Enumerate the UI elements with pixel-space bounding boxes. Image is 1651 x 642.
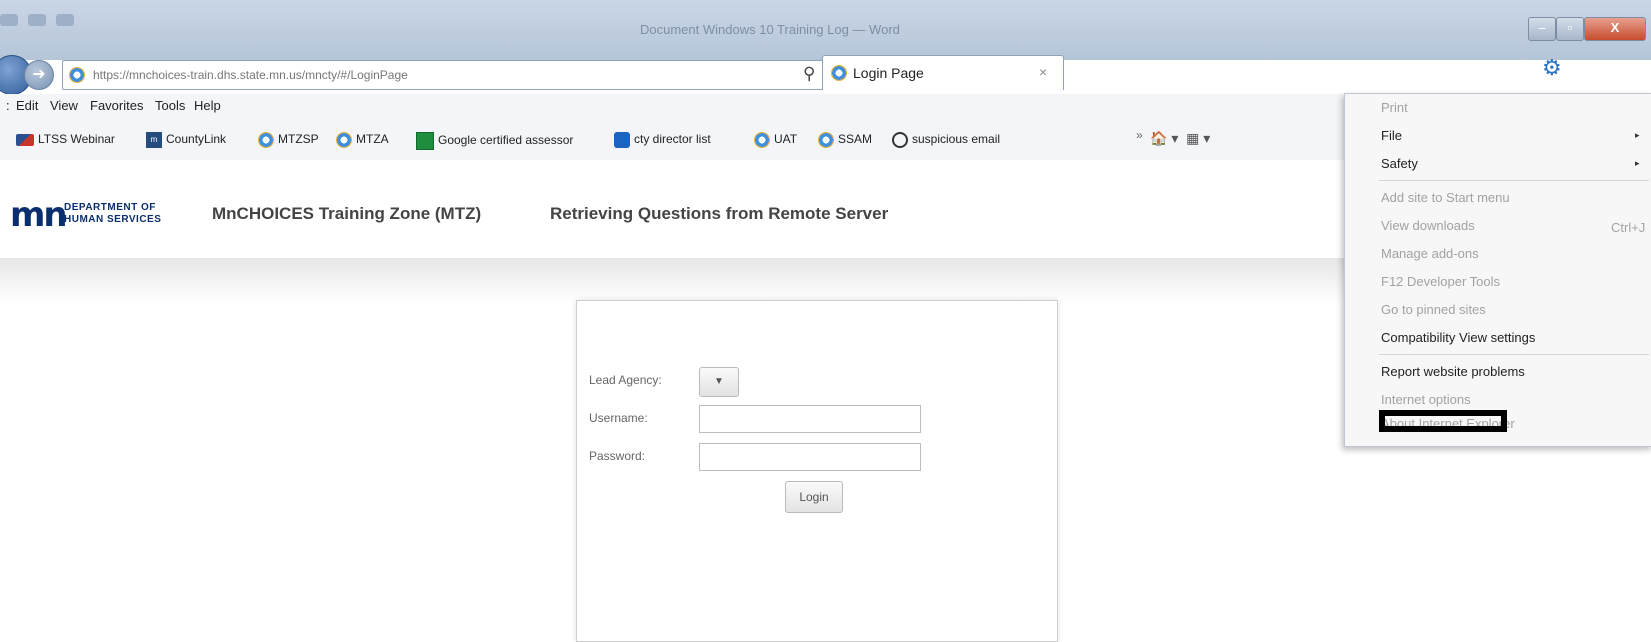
submenu-arrow-icon: ▸	[1635, 130, 1640, 140]
favorite-countylink[interactable]: m CountyLink	[146, 132, 226, 148]
tab-title: Login Page	[853, 65, 924, 81]
favorite-suspicious-email[interactable]: suspicious email	[892, 132, 1000, 148]
submenu-arrow-icon: ▸	[1635, 158, 1640, 168]
ie-favorite-icon	[754, 132, 770, 148]
command-bar-icons[interactable]: 🏠 ▾ ▦ ▾	[1150, 130, 1210, 147]
view-downloads-shortcut: Ctrl+J	[1611, 220, 1646, 235]
menu-manage-addons[interactable]: Manage add-ons	[1381, 246, 1479, 261]
menu-separator	[1379, 354, 1649, 355]
menu-add-site-start[interactable]: Add site to Start menu	[1381, 190, 1510, 205]
menu-item-edit[interactable]: Edit	[16, 98, 38, 113]
menu-print[interactable]: Print	[1381, 100, 1408, 115]
menu-file[interactable]: File	[1381, 128, 1402, 143]
minimize-button[interactable]: –	[1528, 17, 1556, 41]
favorite-cty-director-list[interactable]: cty director list	[614, 132, 711, 148]
gear-icon[interactable]: ⚙	[1542, 55, 1562, 81]
menu-go-to-pinned-sites[interactable]: Go to pinned sites	[1381, 302, 1486, 317]
countylink-icon: m	[146, 132, 162, 148]
power-icon	[892, 132, 908, 148]
ie-page-icon	[69, 67, 85, 83]
favorites-overflow-chevron[interactable]: »	[1136, 128, 1143, 142]
menu-report-website-problems[interactable]: Report website problems	[1381, 364, 1525, 379]
url-text[interactable]: https://mnchoices-train.dhs.state.mn.us/…	[93, 68, 408, 82]
address-bar[interactable]: https://mnchoices-train.dhs.state.mn.us/…	[62, 60, 864, 90]
username-input[interactable]	[699, 405, 921, 433]
maximize-button[interactable]: ▫	[1556, 17, 1584, 41]
tab-login-page[interactable]: Login Page ×	[822, 55, 1064, 90]
favorite-label: CountyLink	[166, 132, 227, 147]
dhs-logo-line1: DEPARTMENT OF	[64, 202, 156, 213]
menu-compatibility-view-settings[interactable]: Compatibility View settings	[1381, 330, 1535, 345]
app-title: MnCHOICES Training Zone (MTZ)	[212, 204, 482, 223]
undo-icon[interactable]	[28, 14, 46, 26]
menu-item-favorites[interactable]: Favorites	[90, 98, 143, 113]
ie-favorite-icon	[258, 132, 274, 148]
forward-arrow-icon[interactable]: ➜	[24, 60, 54, 90]
tab-close-icon[interactable]: ×	[1039, 64, 1047, 80]
status-message: Retrieving Questions from Remote Server	[550, 204, 889, 223]
menu-safety[interactable]: Safety	[1381, 156, 1418, 171]
close-window-button[interactable]: X	[1584, 17, 1646, 41]
home-icon[interactable]: ⌂	[1488, 55, 1501, 81]
favorite-label: Google certified assessor	[438, 133, 574, 148]
ie-tab-icon	[831, 65, 847, 81]
menu-item-tools[interactable]: Tools	[155, 98, 185, 113]
lead-agency-label: Lead Agency:	[589, 373, 662, 387]
search-icon[interactable]: ⚲	[803, 64, 815, 84]
redo-icon[interactable]	[56, 14, 74, 26]
favorite-label: UAT	[774, 132, 798, 147]
dhs-logo-line2: HUMAN SERVICES	[64, 214, 162, 225]
favorite-ssam[interactable]: SSAM	[818, 132, 872, 148]
favorite-mtzsp[interactable]: MTZSP	[258, 132, 319, 148]
password-label: Password:	[589, 449, 646, 463]
favorite-label: MTZSP	[278, 132, 319, 147]
menu-internet-options[interactable]: Internet options	[1381, 392, 1471, 407]
flag-icon	[16, 133, 34, 146]
star-icon[interactable]: ★	[1514, 55, 1534, 81]
favorite-label: LTSS Webinar	[38, 132, 115, 146]
password-input[interactable]	[699, 443, 921, 471]
sharepoint-icon	[614, 132, 630, 148]
save-icon[interactable]	[0, 14, 18, 26]
favorite-label: cty director list	[634, 132, 711, 147]
favorite-ltss-webinar[interactable]: LTSS Webinar	[16, 132, 115, 146]
menu-separator	[1379, 180, 1649, 181]
lead-agency-select[interactable]: ▼	[699, 367, 739, 397]
ie-favorite-icon	[336, 132, 352, 148]
quick-access-toolbar	[0, 14, 74, 26]
menu-item-help[interactable]: Help	[194, 98, 221, 113]
favorite-label: MTZA	[356, 132, 389, 147]
mn-logo: mn	[10, 195, 68, 235]
login-panel: Lead Agency: ▼ Username: Password: Login	[576, 300, 1058, 642]
favorite-uat[interactable]: UAT	[754, 132, 797, 148]
about-highlight-box	[1379, 410, 1507, 432]
menu-view-downloads[interactable]: View downloads	[1381, 218, 1475, 233]
favorite-google-certified-assessor[interactable]: Google certified assessor	[416, 132, 573, 150]
favorite-mtza[interactable]: MTZA	[336, 132, 389, 148]
window-title-bar: Document Windows 10 Training Log — Word …	[0, 0, 1651, 60]
menu-item-file[interactable]: :	[6, 98, 10, 113]
username-label: Username:	[589, 411, 648, 425]
window-title: Document Windows 10 Training Log — Word	[640, 22, 900, 37]
favorite-label: SSAM	[838, 132, 873, 147]
tools-dropdown-menu: Print File ▸ Safety ▸ Add site to Start …	[1344, 93, 1651, 447]
menu-f12-developer-tools[interactable]: F12 Developer Tools	[1381, 274, 1500, 289]
ie-favorite-icon	[818, 132, 834, 148]
login-button[interactable]: Login	[785, 481, 843, 513]
sheets-icon	[416, 132, 434, 150]
favorite-label: suspicious email	[912, 132, 1001, 147]
menu-item-view[interactable]: View	[50, 98, 78, 113]
